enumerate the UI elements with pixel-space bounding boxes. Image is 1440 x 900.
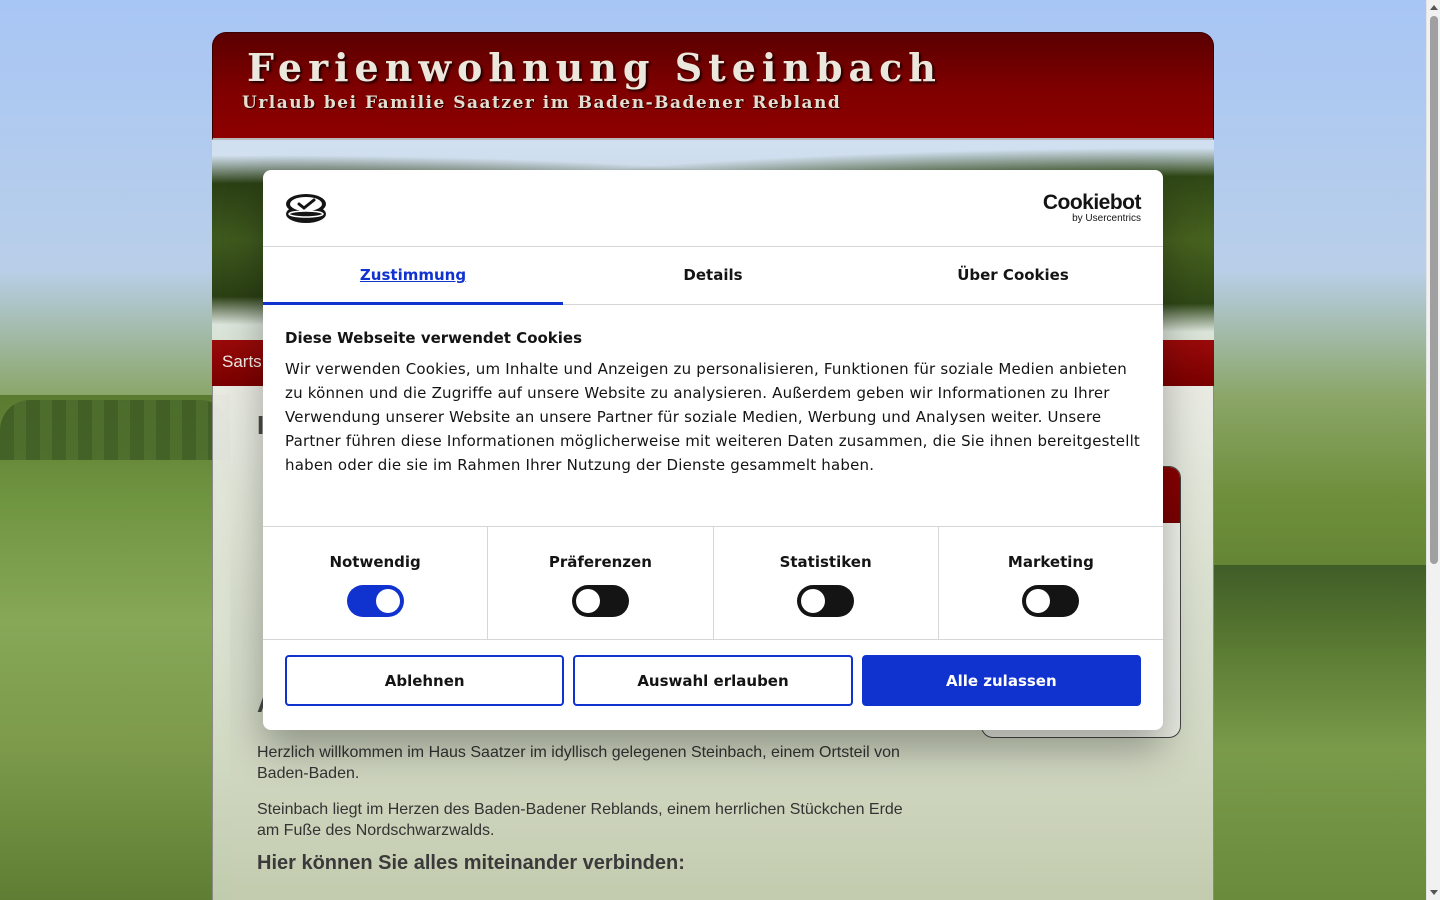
cookie-dialog-title: Diese Webseite verwendet Cookies (285, 329, 583, 347)
nav-item-start[interactable]: Sarts (222, 352, 262, 372)
page-scrollbar[interactable] (1426, 0, 1440, 900)
cookiebot-brand-sub: by Usercentrics (1072, 213, 1141, 224)
cookie-tabs: Zustimmung Details Über Cookies (263, 247, 1163, 305)
site-subtitle: Urlaub bei Familie Saatzer im Baden-Bade… (242, 93, 842, 113)
toggle-knob (801, 589, 826, 613)
decline-button[interactable]: Ablehnen (285, 655, 565, 706)
cookiebot-brand-name: Cookiebot (1042, 191, 1142, 214)
toggle-knob (575, 589, 600, 613)
allow-selection-button[interactable]: Auswahl erlauben (573, 655, 853, 706)
tab-zustimmung[interactable]: Zustimmung (263, 247, 563, 305)
cookie-logo-icon (286, 194, 326, 223)
toggle-group-marketing: Marketing (939, 527, 1163, 639)
site-header: Ferienwohnung Steinbach Urlaub bei Famil… (212, 32, 1214, 140)
cookiebot-brand: Cookiebot by Usercentrics (1042, 191, 1142, 224)
toggle-marketing[interactable] (1022, 585, 1080, 617)
toggle-group-statistiken: Statistiken (714, 527, 939, 639)
toggle-statistiken[interactable] (797, 585, 855, 617)
site-title: Ferienwohnung Steinbach (247, 45, 942, 90)
welcome-paragraph: Herzlich willkommen im Haus Saatzer im i… (257, 744, 900, 782)
toggle-knob (375, 589, 400, 613)
tab-details[interactable]: Details (563, 247, 863, 304)
cookie-dialog-header: Cookiebot by Usercentrics (263, 170, 1163, 247)
content-subheading: Hier können Sie alles miteinander verbin… (257, 852, 685, 874)
toggle-label-praeferenzen: Präferenzen (548, 553, 652, 571)
location-paragraph: Steinbach liegt im Herzen des Baden-Bade… (257, 801, 903, 839)
toggle-label-statistiken: Statistiken (779, 553, 872, 571)
scroll-up-icon[interactable] (1430, 5, 1438, 10)
toggle-group-praeferenzen: Präferenzen (488, 527, 714, 639)
background-trees (0, 400, 230, 460)
toggle-knob (1026, 589, 1051, 613)
tab-ueber-cookies[interactable]: Über Cookies (863, 247, 1163, 304)
scrollbar-thumb[interactable] (1430, 16, 1438, 564)
cookie-consent-dialog: Cookiebot by Usercentrics Zustimmung Det… (263, 170, 1163, 730)
cookie-dialog-buttons: Ablehnen Auswahl erlauben Alle zulassen (263, 640, 1163, 721)
toggle-label-marketing: Marketing (1007, 553, 1094, 571)
toggle-praeferenzen[interactable] (571, 585, 629, 617)
background-landscape-right (1212, 565, 1426, 900)
background-landscape-left (0, 395, 230, 900)
toggle-group-notwendig: Notwendig (263, 527, 489, 639)
toggle-label-notwendig: Notwendig (329, 553, 421, 571)
cookie-dialog-text: Wir verwenden Cookies, um Inhalte und An… (285, 360, 1141, 474)
cookie-dialog-body: Diese Webseite verwendet Cookies Wir ver… (263, 305, 1163, 527)
scroll-down-icon[interactable] (1430, 890, 1438, 895)
allow-all-button[interactable]: Alle zulassen (861, 655, 1141, 706)
toggle-notwendig[interactable] (346, 585, 404, 617)
cookie-category-toggles: Notwendig Präferenzen Statistiken Market… (263, 527, 1163, 640)
